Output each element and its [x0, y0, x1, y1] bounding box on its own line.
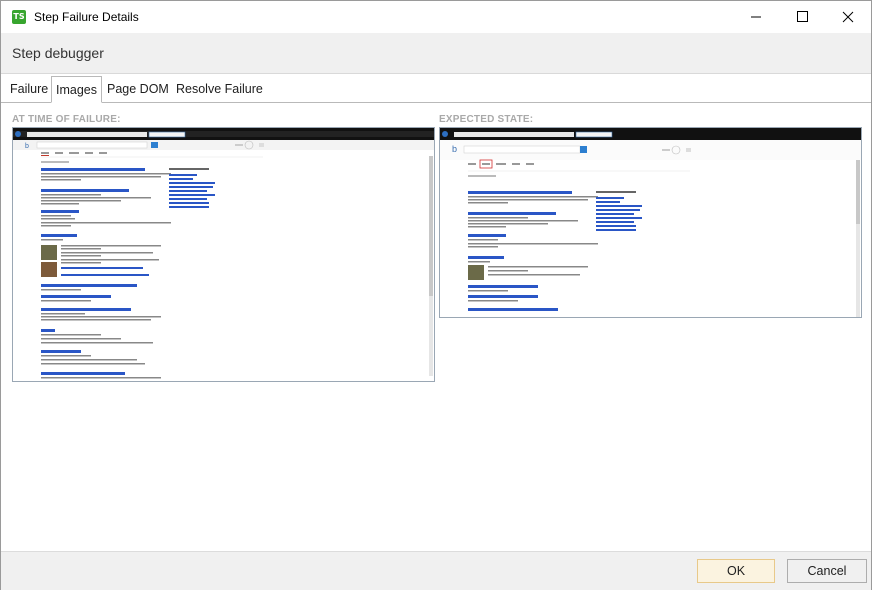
step-failure-dialog: TS Step Failure Details Step debugger Fa…	[0, 0, 872, 590]
debugger-header: Step debugger	[1, 33, 871, 74]
cancel-button[interactable]: Cancel	[787, 559, 867, 583]
maximize-button[interactable]	[779, 1, 825, 33]
dialog-footer: OK Cancel	[1, 551, 871, 590]
tab-page-dom[interactable]: Page DOM	[103, 78, 173, 102]
close-icon	[842, 11, 854, 23]
ok-button[interactable]: OK	[697, 559, 775, 583]
failure-image-label: AT TIME OF FAILURE:	[12, 114, 121, 125]
app-icon: TS	[12, 10, 26, 24]
tab-failure[interactable]: Failure	[6, 78, 52, 102]
failure-screenshot: b	[12, 127, 435, 382]
tab-resolve-failure[interactable]: Resolve Failure	[172, 78, 267, 102]
minimize-button[interactable]	[733, 1, 779, 33]
expected-image-label: EXPECTED STATE:	[439, 114, 534, 125]
svg-text:b: b	[25, 143, 29, 150]
page-title: Step debugger	[12, 45, 104, 61]
maximize-icon	[797, 11, 808, 22]
tab-bar: Failure Images Page DOM Resolve Failure	[1, 74, 871, 103]
tab-images[interactable]: Images	[51, 76, 102, 103]
failure-screenshot-image: b	[13, 128, 434, 379]
close-button[interactable]	[825, 1, 871, 33]
window-title: Step Failure Details	[34, 10, 139, 24]
title-bar: TS Step Failure Details	[1, 1, 871, 33]
minimize-icon	[751, 16, 761, 18]
svg-text:b: b	[452, 144, 457, 154]
expected-screenshot: b	[439, 127, 862, 318]
expected-screenshot-image: b	[440, 128, 861, 317]
